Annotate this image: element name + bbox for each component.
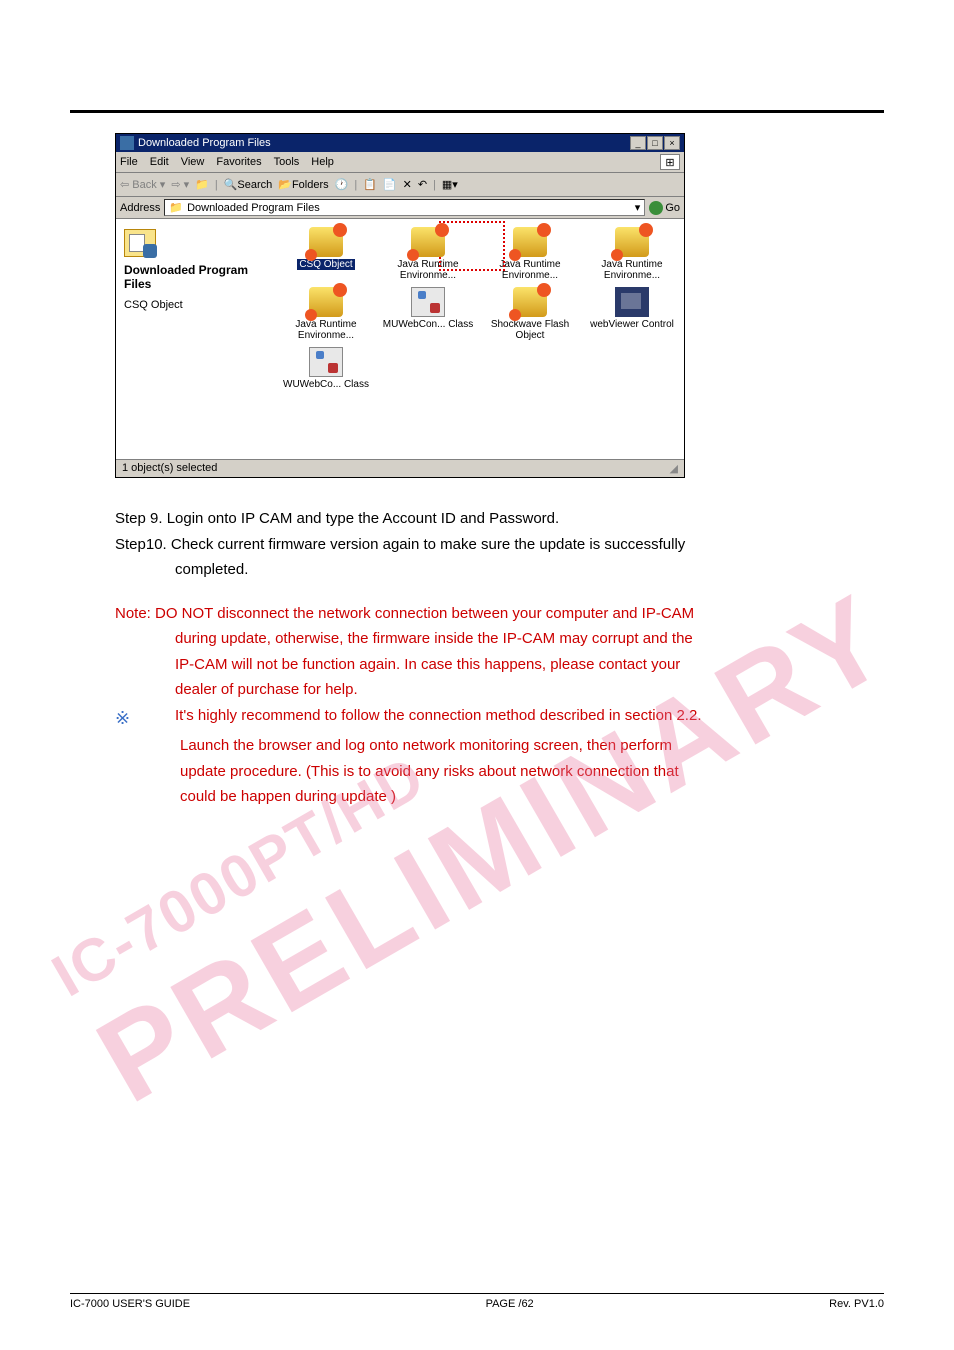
item-label: Java Runtime Environme... bbox=[601, 259, 662, 281]
undo-icon[interactable]: ↶ bbox=[418, 178, 427, 191]
note-line: dealer of purchase for help. bbox=[175, 677, 884, 703]
step-9: Step 9. Login onto IP CAM and type the A… bbox=[115, 506, 884, 532]
item-label: CSQ Object bbox=[297, 259, 354, 270]
list-item[interactable]: Java Runtime Environme... bbox=[280, 287, 372, 341]
file-list: CSQ Object Java Runtime Environme... Jav… bbox=[276, 219, 684, 459]
note-line: update procedure. (This is to avoid any … bbox=[180, 759, 884, 785]
folder-large-icon bbox=[124, 229, 156, 257]
folder-icon: 📁 bbox=[169, 201, 183, 214]
list-item[interactable]: CSQ Object bbox=[280, 227, 372, 281]
page-footer: IC-7000 USER'S GUIDE PAGE /62 Rev. PV1.0 bbox=[70, 1293, 884, 1310]
copy-to-icon[interactable]: 📄 bbox=[383, 178, 397, 191]
menu-edit[interactable]: Edit bbox=[150, 156, 169, 168]
menu-tools[interactable]: Tools bbox=[274, 156, 300, 168]
list-item[interactable]: Shockwave Flash Object bbox=[484, 287, 576, 341]
note-line: Note: DO NOT disconnect the network conn… bbox=[115, 601, 884, 627]
list-item[interactable]: MUWebCon... Class bbox=[382, 287, 474, 341]
menu-bar: File Edit View Favorites Tools Help ⊞ bbox=[116, 152, 684, 173]
note-line: Launch the browser and log onto network … bbox=[180, 733, 884, 759]
windows-logo-icon: ⊞ bbox=[660, 154, 680, 170]
go-button[interactable]: Go bbox=[649, 201, 680, 215]
item-label: MUWebCon... Class bbox=[383, 319, 473, 330]
explorer-window: Downloaded Program Files _ □ × File Edit… bbox=[115, 133, 685, 478]
address-bar: Address 📁 Downloaded Program Files ▾ Go bbox=[116, 197, 684, 219]
note-line: could be happen during update ) bbox=[180, 784, 884, 810]
list-item[interactable]: Java Runtime Environme... bbox=[586, 227, 678, 281]
history-button[interactable]: 🕐 bbox=[335, 178, 349, 191]
status-text: 1 object(s) selected bbox=[122, 462, 217, 475]
item-label: webViewer Control bbox=[590, 319, 674, 330]
minimize-button[interactable]: _ bbox=[630, 136, 646, 150]
menu-favorites[interactable]: Favorites bbox=[216, 156, 261, 168]
step-10: Step10. Check current firmware version a… bbox=[115, 532, 884, 558]
reference-mark: ※ bbox=[115, 703, 175, 734]
activex-icon bbox=[513, 287, 547, 317]
forward-button[interactable]: ⇨ ▾ bbox=[171, 178, 189, 191]
toolbar: ⇦ Back ▾ ⇨ ▾ 📁 | 🔍Search 📂Folders 🕐 | 📋 … bbox=[116, 173, 684, 197]
note-line: It's highly recommend to follow the conn… bbox=[175, 703, 702, 734]
note-line: IP-CAM will not be function again. In ca… bbox=[175, 652, 884, 678]
activex-icon bbox=[309, 227, 343, 257]
footer-left: IC-7000 USER'S GUIDE bbox=[70, 1298, 190, 1310]
window-titlebar: Downloaded Program Files _ □ × bbox=[116, 134, 684, 152]
folders-button[interactable]: 📂Folders bbox=[278, 178, 328, 191]
activex-icon bbox=[309, 287, 343, 317]
list-item[interactable]: Java Runtime Environme... bbox=[484, 227, 576, 281]
menu-file[interactable]: File bbox=[120, 156, 138, 168]
activex-icon bbox=[615, 227, 649, 257]
document-body: Step 9. Login onto IP CAM and type the A… bbox=[70, 506, 884, 810]
maximize-button[interactable]: □ bbox=[647, 136, 663, 150]
status-bar: 1 object(s) selected ◢ bbox=[116, 459, 684, 477]
window-title: Downloaded Program Files bbox=[138, 137, 271, 149]
footer-center: PAGE /62 bbox=[486, 1298, 534, 1310]
item-label: Shockwave Flash Object bbox=[491, 319, 569, 341]
address-label: Address bbox=[120, 202, 160, 214]
dll-icon bbox=[309, 347, 343, 377]
note-line: during update, otherwise, the firmware i… bbox=[175, 626, 884, 652]
list-item[interactable]: webViewer Control bbox=[586, 287, 678, 341]
item-label: WUWebCo... Class bbox=[283, 379, 369, 390]
dropdown-icon[interactable]: ▾ bbox=[635, 201, 641, 214]
activex-icon bbox=[513, 227, 547, 257]
note-block: Note: DO NOT disconnect the network conn… bbox=[70, 601, 884, 810]
move-to-icon[interactable]: 📋 bbox=[363, 178, 377, 191]
search-button[interactable]: 🔍Search bbox=[224, 178, 273, 191]
footer-right: Rev. PV1.0 bbox=[829, 1298, 884, 1310]
item-label: Java Runtime Environme... bbox=[499, 259, 560, 281]
webviewer-icon bbox=[615, 287, 649, 317]
info-pane: Downloaded Program Files CSQ Object bbox=[116, 219, 276, 459]
item-label: Java Runtime Environme... bbox=[295, 319, 356, 341]
selected-object-label: CSQ Object bbox=[124, 299, 268, 311]
views-button[interactable]: ▦▾ bbox=[442, 178, 458, 191]
menu-view[interactable]: View bbox=[181, 156, 205, 168]
resize-grip-icon: ◢ bbox=[670, 462, 678, 475]
dll-icon bbox=[411, 287, 445, 317]
back-button[interactable]: ⇦ Back ▾ bbox=[120, 178, 165, 191]
address-field[interactable]: 📁 Downloaded Program Files ▾ bbox=[164, 199, 645, 216]
close-button[interactable]: × bbox=[664, 136, 680, 150]
delete-icon[interactable]: ✕ bbox=[403, 178, 412, 191]
menu-help[interactable]: Help bbox=[311, 156, 334, 168]
list-item[interactable]: Java Runtime Environme... bbox=[382, 227, 474, 281]
up-button[interactable]: 📁 bbox=[195, 178, 209, 191]
step-10-cont: completed. bbox=[175, 557, 884, 583]
pane-title: Downloaded Program Files bbox=[124, 263, 268, 291]
address-value: Downloaded Program Files bbox=[187, 202, 320, 214]
item-label: Java Runtime Environme... bbox=[397, 259, 458, 281]
activex-icon bbox=[411, 227, 445, 257]
window-icon bbox=[120, 136, 134, 150]
list-item[interactable]: WUWebCo... Class bbox=[280, 347, 372, 390]
